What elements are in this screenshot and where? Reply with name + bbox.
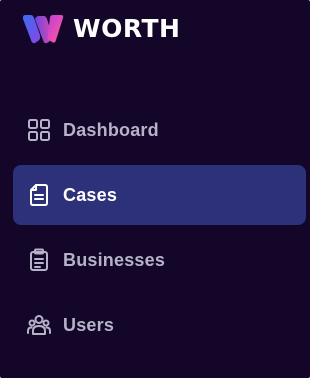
clipboard-icon — [26, 247, 52, 273]
sidebar-nav: Dashboard Cases Businesses Users — [0, 0, 310, 378]
sidebar-item-label: Users — [63, 315, 115, 335]
users-icon — [26, 312, 52, 338]
sidebar-item-businesses[interactable]: Businesses — [13, 230, 306, 290]
sidebar: WORTH Dashboard Cases Businesses Users — [0, 0, 310, 378]
sidebar-item-users[interactable]: Users — [13, 295, 306, 355]
sidebar-item-cases[interactable]: Cases — [13, 165, 306, 225]
document-icon — [26, 182, 52, 208]
sidebar-item-label: Cases — [63, 185, 118, 205]
sidebar-item-dashboard[interactable]: Dashboard — [13, 100, 306, 160]
sidebar-item-label: Businesses — [63, 250, 166, 270]
sidebar-item-label: Dashboard — [63, 120, 159, 140]
grid-icon — [26, 117, 52, 143]
